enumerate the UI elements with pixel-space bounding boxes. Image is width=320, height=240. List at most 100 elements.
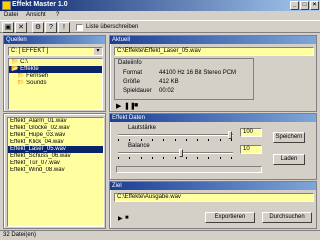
open-folder-button[interactable]: ▣ bbox=[2, 22, 14, 33]
app-icon bbox=[2, 1, 11, 10]
file-list-item[interactable]: Effekt_Tür_07.wav bbox=[8, 160, 103, 167]
save-button[interactable]: Speichern bbox=[273, 132, 305, 143]
files-group: Effekt_Alarm_01.wav Effekt_Glocke_02.wav E… bbox=[3, 113, 106, 229]
slider-tick bbox=[118, 139, 119, 141]
drive-select[interactable]: C: [ EFFEKT ] ▾ bbox=[8, 47, 103, 56]
file-list-item[interactable]: Effekt_Wind_08.wav bbox=[8, 167, 103, 174]
slider-tick bbox=[208, 139, 209, 141]
file-list-item[interactable]: Effekt_Alarm_01.wav bbox=[8, 118, 103, 125]
slider-tick bbox=[220, 139, 221, 141]
folder-item[interactable]: 📁 Fernseh bbox=[9, 73, 102, 80]
status-bar: 32 Datei(en) bbox=[0, 230, 320, 240]
export-button[interactable]: Exportieren bbox=[205, 212, 255, 223]
slider-track bbox=[118, 134, 233, 136]
menu-bar: Datei Ansicht ? bbox=[0, 11, 320, 20]
info-button[interactable]: ! bbox=[58, 22, 70, 33]
help-button[interactable]: ? bbox=[45, 22, 57, 33]
drive-value: C: [ EFFEKT ] bbox=[11, 48, 49, 54]
slider-tick bbox=[152, 139, 153, 141]
maximize-button[interactable]: □ bbox=[300, 1, 309, 10]
play-icon[interactable]: ▶ bbox=[118, 215, 123, 222]
slider-tick bbox=[163, 139, 164, 141]
file-list-item[interactable]: Effekt_Schuss_06.wav bbox=[8, 153, 103, 160]
slider-track bbox=[118, 152, 233, 154]
size-label: Größe bbox=[123, 79, 141, 85]
help-icon: ? bbox=[49, 24, 53, 31]
status-text: 32 Datei(en) bbox=[3, 232, 37, 238]
file-list-item[interactable]: Effekt_Klick_04.wav bbox=[8, 139, 103, 146]
current-group: Aktuell C:\Effekte\Effekt_Laser_05.wav D… bbox=[109, 35, 317, 112]
file-list-item[interactable]: Effekt_Laser_05.wav bbox=[8, 146, 103, 153]
size-value: 412 KB bbox=[159, 79, 179, 85]
slider-thumb[interactable] bbox=[179, 149, 183, 157]
slider-tick bbox=[141, 157, 142, 159]
slider-tick bbox=[163, 157, 164, 159]
menu-ansicht[interactable]: Ansicht bbox=[26, 12, 46, 18]
volume-input[interactable]: 100 bbox=[240, 128, 262, 137]
info-icon: ! bbox=[63, 24, 65, 31]
slider-tick bbox=[175, 139, 176, 141]
slider-tick bbox=[197, 157, 198, 159]
current-header: Aktuell bbox=[110, 36, 316, 44]
file-info-title: Dateiinfo bbox=[118, 60, 142, 66]
folder-item[interactable]: 📂 Effekte bbox=[9, 66, 102, 73]
close-button[interactable]: × bbox=[310, 1, 319, 10]
folder-list: 📁 C:\ 📂 Effekte 📁 Fernseh 📁 Sounds bbox=[8, 58, 103, 110]
format-label: Format bbox=[123, 70, 143, 76]
slider-tick bbox=[152, 157, 153, 159]
slider-tick bbox=[129, 157, 130, 159]
file-info-box: Dateiinfo Format 44100 Hz 16 Bit Stereo … bbox=[114, 58, 254, 100]
folder-item[interactable]: 📁 Sounds bbox=[9, 80, 102, 87]
minimize-button[interactable]: _ bbox=[290, 1, 299, 10]
title-bar: Effekt Master 1.0 _ □ × bbox=[0, 0, 320, 11]
settings-header: Effekt Daten bbox=[110, 114, 316, 122]
menu-datei[interactable]: Datei bbox=[4, 12, 18, 18]
browse-button[interactable]: Durchsuchen bbox=[262, 212, 312, 223]
slider-tick bbox=[220, 157, 221, 159]
slider-tick bbox=[208, 157, 209, 159]
duration-value: 00:02 bbox=[159, 88, 175, 94]
balance-slider[interactable] bbox=[118, 149, 233, 159]
load-button[interactable]: Laden bbox=[273, 154, 305, 165]
slider-tick bbox=[118, 157, 119, 159]
file-list: Effekt_Alarm_01.wav Effekt_Glocke_02.wav E… bbox=[7, 117, 104, 227]
toolbar: ▣ ✕ ⚙ ? ! Liste überschreiben bbox=[0, 20, 320, 33]
settings-button[interactable]: ⚙ bbox=[32, 22, 44, 33]
slider-thumb[interactable] bbox=[228, 131, 232, 139]
gear-icon: ⚙ bbox=[34, 24, 42, 31]
folder-icon: ▣ bbox=[4, 24, 12, 31]
menu-help[interactable]: ? bbox=[56, 12, 59, 18]
sources-group: Quellen C: [ EFFEKT ] ▾ 📁 C:\ 📂 Effekte … bbox=[3, 35, 106, 112]
output-path-field[interactable]: C:\Effekte\Ausgabe.wav bbox=[114, 193, 314, 202]
format-value: 44100 Hz 16 Bit Stereo PCM bbox=[159, 70, 237, 76]
file-list-item[interactable]: Effekt_Hupe_03.wav bbox=[8, 132, 103, 139]
slider-tick bbox=[197, 139, 198, 141]
overwrite-list-label: Liste überschreiben bbox=[86, 24, 139, 30]
chevron-down-icon[interactable]: ▾ bbox=[94, 48, 102, 55]
slider-tick bbox=[129, 139, 130, 141]
overwrite-list-checkbox[interactable] bbox=[76, 24, 83, 31]
slider-tick bbox=[231, 139, 232, 141]
delete-button[interactable]: ✕ bbox=[15, 22, 27, 33]
play-icon[interactable]: ▶ bbox=[116, 102, 121, 110]
duration-label: Spieldauer bbox=[123, 88, 152, 94]
balance-input[interactable]: 10 bbox=[240, 145, 262, 154]
folder-item[interactable]: 📁 C:\ bbox=[9, 59, 102, 66]
slider-tick bbox=[231, 157, 232, 159]
slider-tick bbox=[175, 157, 176, 159]
sources-header: Quellen bbox=[4, 36, 105, 44]
settings-group: Effekt Daten Lautstärke 100 Balance 10 S… bbox=[109, 113, 317, 180]
delete-icon: ✕ bbox=[18, 24, 24, 31]
window-title: Effekt Master 1.0 bbox=[12, 1, 68, 8]
progress-bar bbox=[116, 166, 262, 173]
file-list-item[interactable]: Effekt_Glocke_02.wav bbox=[8, 125, 103, 132]
output-group: Ziel C:\Effekte\Ausgabe.wav ▶ ■ Exportie… bbox=[109, 181, 317, 229]
stop-icon[interactable]: ■ bbox=[125, 215, 129, 221]
slider-tick bbox=[186, 139, 187, 141]
slider-tick bbox=[141, 139, 142, 141]
slider-tick bbox=[186, 157, 187, 159]
current-file-field[interactable]: C:\Effekte\Effekt_Laser_05.wav bbox=[114, 47, 314, 56]
volume-slider[interactable] bbox=[118, 131, 233, 141]
stop-icon[interactable]: ■ bbox=[134, 102, 138, 109]
output-header: Ziel bbox=[110, 182, 316, 190]
